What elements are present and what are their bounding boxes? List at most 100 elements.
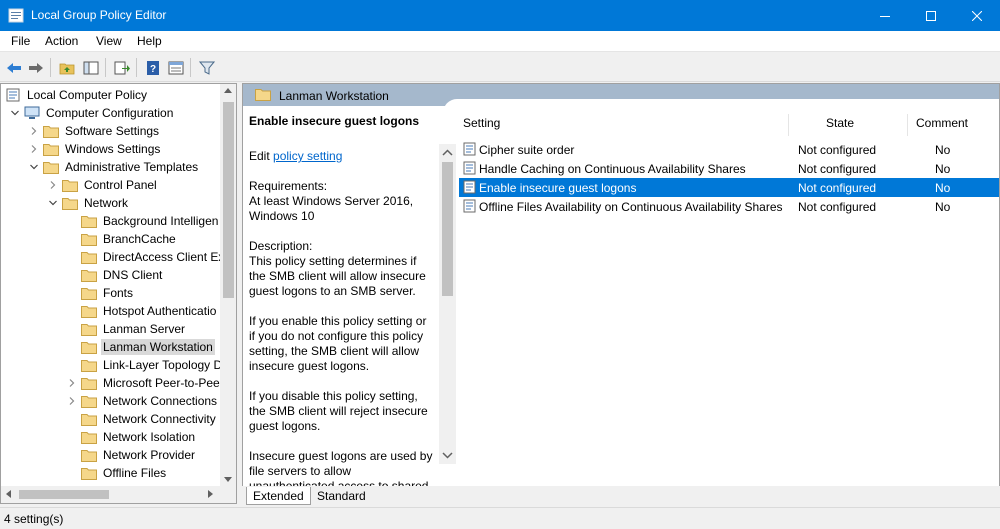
chevron-right-icon[interactable] (29, 126, 39, 136)
column-divider[interactable] (788, 114, 789, 136)
tab-standard[interactable]: Standard (310, 487, 372, 505)
column-header-state[interactable]: State (826, 116, 854, 136)
tab-extended[interactable]: Extended (246, 487, 311, 505)
tree-item[interactable]: Offline Files (81, 464, 168, 482)
expander[interactable] (66, 374, 78, 392)
tree-hscroll-thumb[interactable] (19, 490, 109, 499)
tree-item-label: DNS Client (103, 268, 163, 282)
tree-item[interactable]: Network Connections (66, 392, 219, 410)
tree-item[interactable]: Software Settings (28, 122, 161, 140)
table-row[interactable]: Offline Files Availability on Continuous… (459, 197, 999, 216)
table-row[interactable]: Cipher suite order Not configured No (459, 140, 999, 159)
back-button[interactable] (4, 58, 24, 77)
scroll-up-arrow-icon[interactable] (224, 88, 232, 93)
description-scroll-thumb[interactable] (442, 162, 453, 296)
navigation-tree[interactable]: Local Computer Policy Computer Configurat… (0, 83, 237, 504)
settings-list[interactable]: Setting State Comment Cipher suite order… (457, 106, 999, 486)
scroll-down-arrow-icon[interactable] (224, 477, 232, 482)
tree-item[interactable]: Network Connectivity (81, 410, 218, 428)
close-button[interactable] (954, 0, 1000, 31)
show-hide-tree-button[interactable] (81, 58, 101, 77)
setting-comment: No (935, 200, 951, 214)
column-header-setting[interactable]: Setting (463, 116, 500, 136)
scroll-right-arrow-icon[interactable] (208, 490, 213, 498)
menu-view[interactable]: View (96, 34, 122, 48)
setting-state: Not configured (798, 143, 877, 157)
chevron-up-icon[interactable] (439, 148, 456, 158)
expander[interactable] (47, 176, 59, 194)
column-divider[interactable] (907, 114, 908, 136)
tree-item[interactable]: DNS Client (81, 266, 164, 284)
tree-item-label: Hotspot Authenticatio (103, 304, 217, 318)
description: Description: This policy setting determin… (249, 239, 435, 299)
tree-item-label: Local Computer Policy (27, 88, 148, 102)
minimize-button[interactable] (862, 0, 908, 31)
up-one-level-button[interactable] (57, 58, 77, 77)
tree-item[interactable]: Network (47, 194, 130, 212)
tree-item[interactable]: Microsoft Peer-to-Pee (66, 374, 222, 392)
chevron-down-icon[interactable] (10, 108, 20, 118)
expander[interactable] (47, 194, 59, 212)
menu-bar: File Action View Help (0, 31, 1000, 52)
chevron-down-icon[interactable] (48, 198, 58, 208)
view-tabs: Extended Standard (242, 486, 1000, 506)
folder-icon (81, 394, 97, 408)
menu-help[interactable]: Help (137, 34, 162, 48)
expander[interactable] (28, 140, 40, 158)
properties-icon (168, 61, 184, 74)
description-scrollbar[interactable] (439, 144, 456, 464)
column-header-comment[interactable]: Comment (916, 116, 968, 136)
chevron-down-icon[interactable] (439, 450, 456, 460)
help-button[interactable]: ? (143, 58, 163, 77)
tree-item[interactable]: BranchCache (81, 230, 178, 248)
table-row[interactable]: Handle Caching on Continuous Availabilit… (459, 159, 999, 178)
tree-item[interactable]: DirectAccess Client Exp (81, 248, 233, 266)
forward-button[interactable] (26, 58, 46, 77)
description-paragraph-2: If you enable this policy setting or if … (249, 314, 427, 373)
edit-line: Edit policy setting (249, 149, 435, 164)
folder-icon (43, 160, 59, 174)
scroll-left-arrow-icon[interactable] (6, 490, 11, 498)
tree-item[interactable]: Network Provider (81, 446, 197, 464)
properties-button[interactable] (166, 58, 186, 77)
tree-item-label: BranchCache (103, 232, 176, 246)
tree-item[interactable]: Lanman Workstation (81, 338, 215, 356)
expander[interactable] (9, 104, 21, 122)
tree-item[interactable]: Control Panel (47, 176, 159, 194)
expander[interactable] (66, 392, 78, 410)
tree-item[interactable]: Fonts (81, 284, 135, 302)
close-icon (972, 10, 982, 21)
tree-scroll-thumb[interactable] (223, 102, 234, 298)
tree-item[interactable]: Computer Configuration (9, 104, 175, 122)
tree-item[interactable]: Windows Settings (28, 140, 162, 158)
description-label: Description: (249, 239, 313, 253)
tree-item[interactable]: Background Intelligen (81, 212, 220, 230)
chevron-right-icon[interactable] (67, 378, 77, 388)
tree-item[interactable]: Local Computer Policy (5, 86, 149, 104)
tree-item[interactable]: Hotspot Authenticatio (81, 302, 218, 320)
expander[interactable] (28, 122, 40, 140)
tree-item[interactable]: Link-Layer Topology D (81, 356, 224, 374)
menu-action[interactable]: Action (45, 34, 78, 48)
edit-policy-link[interactable]: policy setting (273, 149, 342, 163)
export-list-icon (114, 61, 130, 74)
maximize-button[interactable] (908, 0, 954, 31)
policy-title: Enable insecure guest logons (249, 114, 420, 128)
export-list-button[interactable] (112, 58, 132, 77)
tree-vertical-scrollbar[interactable] (220, 84, 236, 486)
setting-name: Enable insecure guest logons (479, 181, 637, 195)
menu-file[interactable]: File (11, 34, 30, 48)
chevron-right-icon[interactable] (29, 144, 39, 154)
tree-item[interactable]: Administrative Templates (28, 158, 200, 176)
tree-item[interactable]: Network Isolation (81, 428, 197, 446)
expander[interactable] (28, 158, 40, 176)
chevron-right-icon[interactable] (48, 180, 58, 190)
chevron-right-icon[interactable] (67, 396, 77, 406)
policy-setting-icon (463, 180, 476, 194)
table-row[interactable]: Enable insecure guest logons Not configur… (459, 178, 999, 197)
tree-item[interactable]: Lanman Server (81, 320, 187, 338)
filter-button[interactable] (197, 58, 217, 77)
chevron-down-icon[interactable] (29, 162, 39, 172)
tree-horizontal-scrollbar[interactable] (1, 486, 236, 503)
status-text: 4 setting(s) (4, 512, 64, 526)
